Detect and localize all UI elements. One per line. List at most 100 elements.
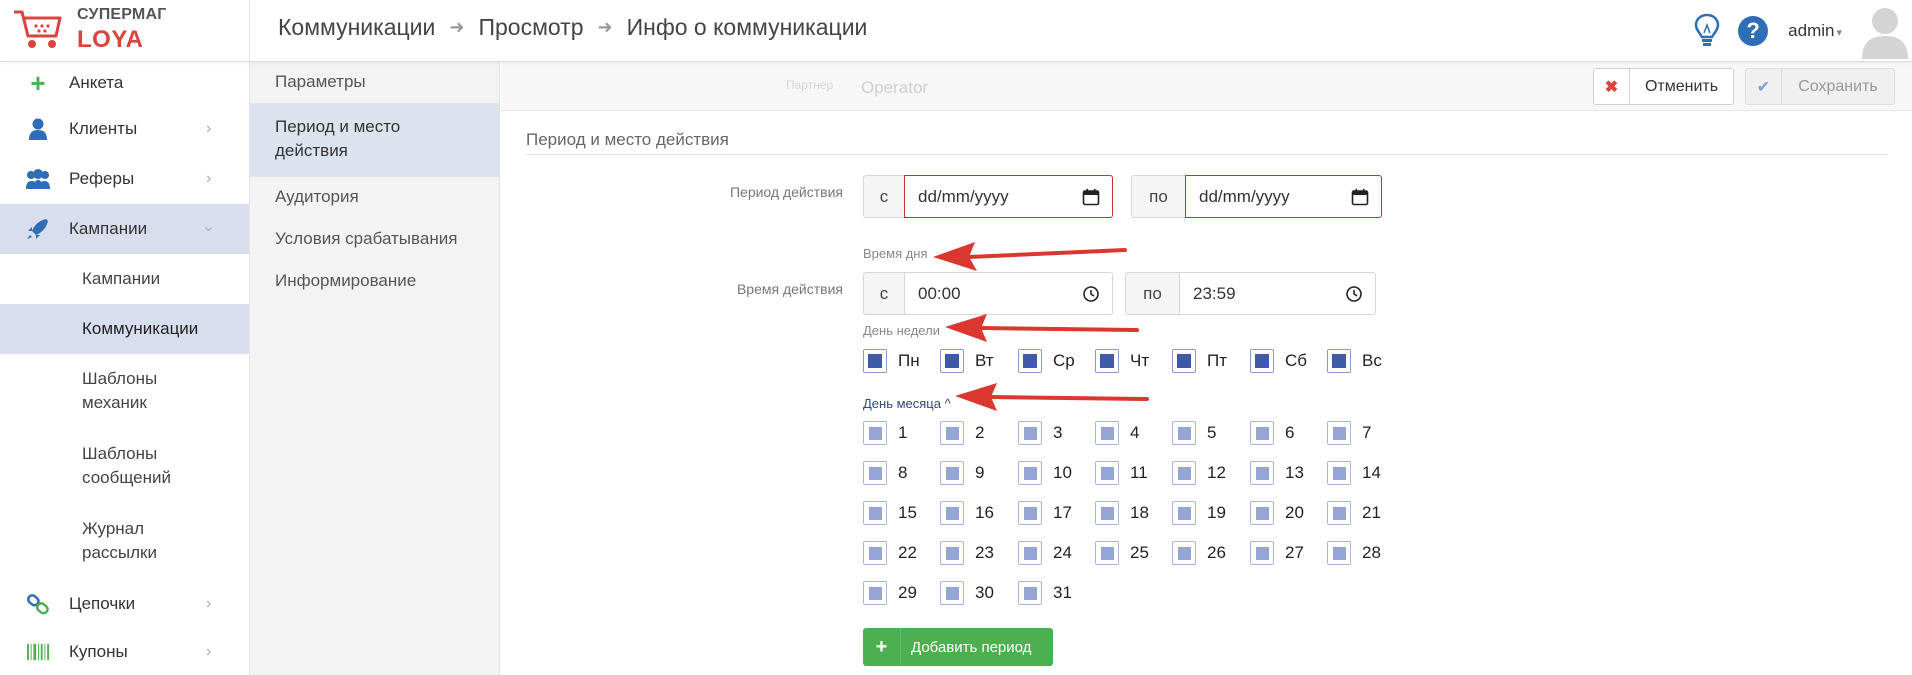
section-tab-notification[interactable]: Информирование	[250, 261, 500, 303]
monthday-checkbox[interactable]: 6	[1250, 421, 1294, 445]
cart-logo-icon	[14, 10, 62, 48]
monthday-checkbox[interactable]: 31	[1018, 581, 1072, 605]
avatar[interactable]	[1860, 3, 1910, 59]
monthday-checkbox[interactable]: 23	[940, 541, 994, 565]
monthday-checkbox[interactable]: 27	[1250, 541, 1304, 565]
monthday-label: 16	[975, 503, 994, 522]
period-from-date-input[interactable]: dd/mm/yyyy	[904, 175, 1113, 218]
section-tab-trigger-conditions[interactable]: Условия срабатывания	[250, 219, 500, 261]
breadcrumb-item[interactable]: Просмотр	[478, 14, 583, 41]
cancel-button[interactable]: ✖ Отменить	[1593, 68, 1734, 105]
checkbox-check	[1100, 466, 1114, 480]
monthday-checkbox[interactable]: 13	[1250, 461, 1304, 485]
sidebar-item-chains[interactable]: Цепочки ›	[0, 579, 249, 629]
time-label: Время действия	[736, 281, 843, 297]
period-to-date-input[interactable]: dd/mm/yyyy	[1185, 175, 1382, 218]
monthday-checkbox[interactable]: 4	[1095, 421, 1139, 445]
monthday-checkbox[interactable]: 11	[1095, 461, 1148, 485]
sidebar-subitem-communications[interactable]: Коммуникации	[0, 304, 249, 354]
section-divider	[526, 154, 1888, 155]
sidebar-item-coupons[interactable]: Купоны ›	[0, 629, 249, 675]
sidebar-subitem-campaigns[interactable]: Кампании	[0, 254, 249, 304]
monthday-toggle[interactable]: День месяца ^	[863, 396, 951, 411]
monthday-checkbox[interactable]: 1	[863, 421, 907, 445]
checkbox-check	[1255, 354, 1269, 368]
weekday-checkbox[interactable]: Сб	[1250, 349, 1307, 373]
chevron-right-icon: ›	[206, 170, 212, 187]
plus-icon: +	[863, 628, 901, 666]
monthday-checkbox[interactable]: 15	[863, 501, 917, 525]
checkbox-check	[1255, 426, 1269, 440]
sidebar-subitem-message-templates[interactable]: Шаблоны сообщений	[0, 429, 249, 504]
monthday-checkbox[interactable]: 21	[1327, 501, 1381, 525]
checkbox-check	[945, 506, 959, 520]
checkbox-check	[1255, 546, 1269, 560]
section-tab-audience[interactable]: Аудитория	[250, 177, 500, 219]
chevron-down-icon: ›	[200, 226, 218, 232]
sidebar-item-referrers[interactable]: Реферы ›	[0, 154, 249, 204]
section-tab-period-place[interactable]: Период и место действия	[250, 103, 500, 177]
breadcrumb-item[interactable]: Коммуникации	[278, 14, 435, 41]
weekday-checkbox[interactable]: Вс	[1327, 349, 1382, 373]
monthday-checkbox[interactable]: 14	[1327, 461, 1381, 485]
clock-icon[interactable]	[1082, 285, 1100, 303]
monthday-checkbox[interactable]: 5	[1172, 421, 1216, 445]
monthday-checkbox[interactable]: 2	[940, 421, 984, 445]
close-icon: ✖	[1594, 69, 1630, 104]
monthday-label: 4	[1130, 423, 1140, 442]
monthday-checkbox[interactable]: 7	[1327, 421, 1371, 445]
checkbox-check	[945, 354, 959, 368]
save-button[interactable]: ✔ Сохранить	[1745, 68, 1895, 105]
chevron-down-icon: ▾	[1836, 27, 1842, 39]
monthday-checkbox[interactable]: 8	[863, 461, 907, 485]
checkbox-box	[1250, 421, 1274, 445]
monthday-checkbox[interactable]: 9	[940, 461, 984, 485]
sidebar-subitem-mechanic-templates[interactable]: Шаблоны механик	[0, 354, 249, 429]
sidebar-item-clients[interactable]: Клиенты ›	[0, 104, 249, 154]
monthday-checkbox[interactable]: 18	[1095, 501, 1149, 525]
monthday-checkbox[interactable]: 24	[1018, 541, 1072, 565]
monthday-checkbox[interactable]: 3	[1018, 421, 1062, 445]
calendar-icon[interactable]	[1082, 188, 1100, 206]
checkbox-box	[1250, 541, 1274, 565]
check-icon: ✔	[1746, 69, 1782, 104]
monthday-checkbox[interactable]: 20	[1250, 501, 1304, 525]
monthday-checkbox[interactable]: 17	[1018, 501, 1072, 525]
checkbox-check	[945, 466, 959, 480]
checkbox-check	[1332, 426, 1346, 440]
weekday-checkbox[interactable]: Ср	[1018, 349, 1075, 373]
weekday-checkbox[interactable]: Пн	[863, 349, 920, 373]
monthday-checkbox[interactable]: 19	[1172, 501, 1226, 525]
monthday-checkbox[interactable]: 16	[940, 501, 994, 525]
monthday-checkbox[interactable]: 30	[940, 581, 994, 605]
checkbox-check	[1100, 546, 1114, 560]
weekday-label: Вт	[975, 351, 994, 370]
monthday-checkbox[interactable]: 29	[863, 581, 917, 605]
clock-icon[interactable]	[1345, 285, 1363, 303]
sidebar-subitem-mailing-log[interactable]: Журнал рассылки	[0, 504, 249, 579]
user-menu[interactable]: admin ▾	[1788, 21, 1842, 41]
weekday-checkbox[interactable]: Вт	[940, 349, 994, 373]
monthday-checkbox[interactable]: 12	[1172, 461, 1226, 485]
help-icon[interactable]: ?	[1738, 16, 1769, 46]
checkbox-box	[1018, 541, 1042, 565]
monthday-checkbox[interactable]: 26	[1172, 541, 1226, 565]
calendar-icon[interactable]	[1351, 188, 1369, 206]
monthday-checkbox[interactable]: 10	[1018, 461, 1072, 485]
monthday-checkbox[interactable]: 25	[1095, 541, 1149, 565]
weekday-checkbox[interactable]: Чт	[1095, 349, 1149, 373]
weekday-checkbox[interactable]: Пт	[1172, 349, 1227, 373]
weekday-label: Ср	[1053, 351, 1075, 370]
sidebar-item-campaigns[interactable]: Кампании ›	[0, 204, 249, 254]
monthday-checkbox[interactable]: 22	[863, 541, 917, 565]
add-period-button[interactable]: + Добавить период	[863, 628, 1053, 666]
time-of-day-hint: Время дня	[863, 246, 928, 261]
period-from-placeholder: dd/mm/yyyy	[918, 186, 1009, 206]
monthday-checkbox[interactable]: 28	[1327, 541, 1381, 565]
users-icon	[26, 169, 50, 189]
logo[interactable]: СУПЕРМАГ LOYA	[0, 0, 250, 62]
time-to-input[interactable]: 23:59	[1179, 272, 1376, 315]
section-tab-parameters[interactable]: Параметры	[250, 62, 500, 103]
sidebar-item-anketa[interactable]: + Анкета	[0, 62, 249, 104]
lightbulb-icon[interactable]	[1692, 11, 1722, 51]
